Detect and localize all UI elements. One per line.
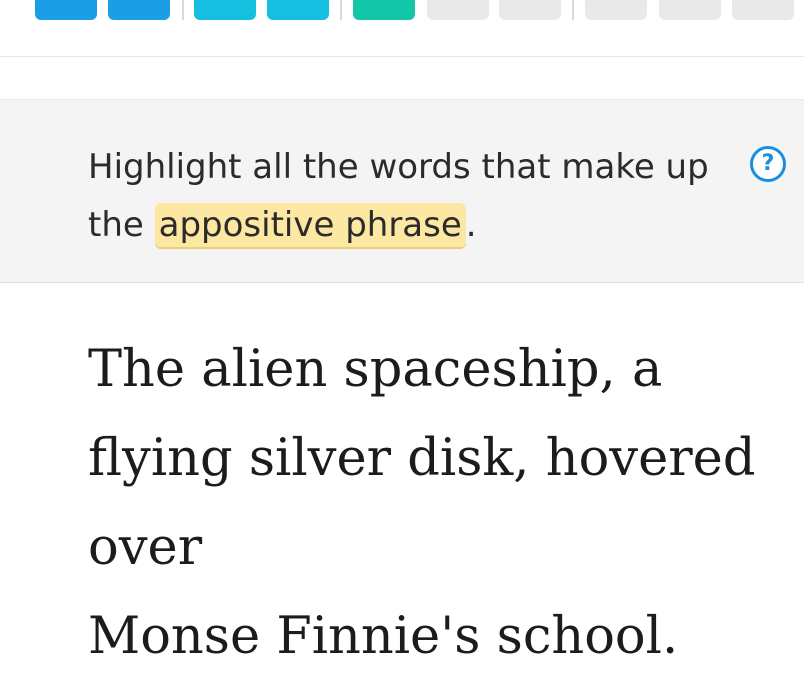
word-token[interactable]: alien xyxy=(201,340,327,399)
progress-bar xyxy=(0,0,804,57)
word-token[interactable]: Monse xyxy=(88,607,260,666)
word-token[interactable]: hovered xyxy=(546,429,756,488)
word-token[interactable]: school. xyxy=(497,607,679,666)
progress-segment xyxy=(35,0,97,20)
progress-segment-current xyxy=(353,0,415,20)
word-token[interactable]: over xyxy=(88,518,202,577)
progress-segment xyxy=(194,0,256,20)
progress-segment xyxy=(732,0,794,20)
progress-divider xyxy=(182,0,184,20)
progress-segment xyxy=(267,0,329,20)
word-token[interactable]: a xyxy=(632,340,662,399)
sentence-passage: The alien spaceship, a flying silver dis… xyxy=(88,325,778,681)
spacer xyxy=(0,57,804,99)
word-token[interactable]: spaceship, xyxy=(344,340,616,399)
word-token[interactable]: The xyxy=(88,340,185,399)
instruction-text: Highlight all the words that make up the… xyxy=(88,138,738,254)
progress-segment xyxy=(499,0,561,20)
word-token[interactable]: silver xyxy=(249,429,391,488)
progress-segment xyxy=(585,0,647,20)
progress-divider xyxy=(340,0,342,20)
instruction-panel: Highlight all the words that make up the… xyxy=(0,99,804,283)
highlighted-term: appositive phrase xyxy=(154,203,466,247)
progress-segment xyxy=(659,0,721,20)
progress-divider xyxy=(572,0,574,20)
word-token[interactable]: flying xyxy=(88,429,233,488)
word-token[interactable]: Finnie's xyxy=(276,607,480,666)
help-button[interactable]: ? xyxy=(750,146,786,182)
instruction-suffix: . xyxy=(465,205,477,245)
question-circle-icon: ? xyxy=(761,151,775,176)
word-token[interactable]: disk, xyxy=(407,429,529,488)
progress-segment xyxy=(108,0,170,20)
progress-segment xyxy=(427,0,489,20)
